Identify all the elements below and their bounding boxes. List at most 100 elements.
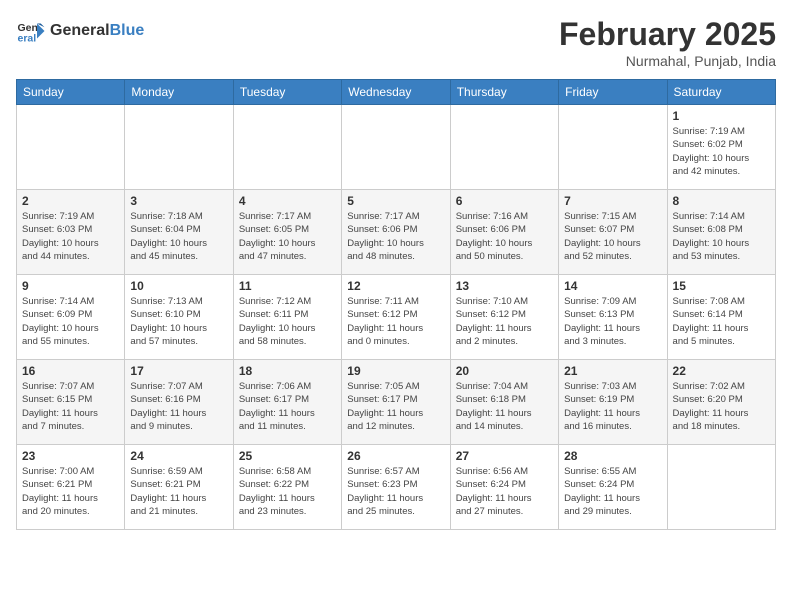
- day-number: 20: [456, 364, 553, 378]
- calendar-cell: 23Sunrise: 7:00 AMSunset: 6:21 PMDayligh…: [17, 445, 125, 530]
- day-number: 7: [564, 194, 661, 208]
- day-number: 13: [456, 279, 553, 293]
- calendar-cell: 16 Sunrise: 7:07 AMSunset: 6:15 PMDayligh…: [17, 360, 125, 445]
- day-number: 24: [130, 449, 227, 463]
- day-info: Sunrise: 6:56 AMSunset: 6:24 PMDaylight:…: [456, 465, 553, 518]
- day-info: Sunrise: 7:10 AMSunset: 6:12 PMDaylight:…: [456, 295, 553, 348]
- week-row-2: 2 Sunrise: 7:19 AMSunset: 6:03 PMDaylight…: [17, 190, 776, 275]
- logo-icon: Gen eral: [16, 16, 46, 46]
- day-info: Sunrise: 6:55 AMSunset: 6:24 PMDaylight:…: [564, 465, 661, 518]
- day-info: Sunrise: 7:08 AMSunset: 6:14 PMDaylight:…: [673, 295, 770, 348]
- day-number: 14: [564, 279, 661, 293]
- day-info: Sunrise: 7:03 AMSunset: 6:19 PMDaylight:…: [564, 380, 661, 433]
- day-info: Sunrise: 7:18 AMSunset: 6:04 PMDaylight:…: [130, 210, 227, 263]
- calendar-cell: 1 Sunrise: 7:19 AMSunset: 6:02 PMDaylight…: [667, 105, 775, 190]
- day-number: 9: [22, 279, 119, 293]
- calendar-cell: [450, 105, 558, 190]
- day-number: 6: [456, 194, 553, 208]
- calendar-cell: 3 Sunrise: 7:18 AMSunset: 6:04 PMDaylight…: [125, 190, 233, 275]
- weekday-header-row: SundayMondayTuesdayWednesdayThursdayFrid…: [17, 80, 776, 105]
- logo-general: General: [50, 22, 110, 39]
- page-header: Gen eral GeneralBlue February 2025 Nurma…: [16, 16, 776, 69]
- day-number: 21: [564, 364, 661, 378]
- calendar-cell: 6 Sunrise: 7:16 AMSunset: 6:06 PMDaylight…: [450, 190, 558, 275]
- day-number: 26: [347, 449, 444, 463]
- day-number: 12: [347, 279, 444, 293]
- calendar-cell: [125, 105, 233, 190]
- day-info: Sunrise: 7:16 AMSunset: 6:06 PMDaylight:…: [456, 210, 553, 263]
- calendar-cell: 25Sunrise: 6:58 AMSunset: 6:22 PMDayligh…: [233, 445, 341, 530]
- calendar-cell: 27 Sunrise: 6:56 AMSunset: 6:24 PMDayligh…: [450, 445, 558, 530]
- day-info: Sunrise: 7:15 AMSunset: 6:07 PMDaylight:…: [564, 210, 661, 263]
- calendar-cell: [342, 105, 450, 190]
- day-info: Sunrise: 7:07 AMSunset: 6:16 PMDaylight:…: [130, 380, 227, 433]
- day-number: 27: [456, 449, 553, 463]
- calendar-cell: 18 Sunrise: 7:06 AMSunset: 6:17 PMDayligh…: [233, 360, 341, 445]
- weekday-header-thursday: Thursday: [450, 80, 558, 105]
- day-info: Sunrise: 6:58 AMSunset: 6:22 PMDaylight:…: [239, 465, 336, 518]
- weekday-header-saturday: Saturday: [667, 80, 775, 105]
- day-info: Sunrise: 7:04 AMSunset: 6:18 PMDaylight:…: [456, 380, 553, 433]
- week-row-4: 16 Sunrise: 7:07 AMSunset: 6:15 PMDayligh…: [17, 360, 776, 445]
- day-number: 28: [564, 449, 661, 463]
- location: Nurmahal, Punjab, India: [559, 53, 776, 69]
- calendar-cell: 28 Sunrise: 6:55 AMSunset: 6:24 PMDayligh…: [559, 445, 667, 530]
- day-number: 11: [239, 279, 336, 293]
- day-info: Sunrise: 6:57 AMSunset: 6:23 PMDaylight:…: [347, 465, 444, 518]
- day-info: Sunrise: 7:12 AMSunset: 6:11 PMDaylight:…: [239, 295, 336, 348]
- svg-text:eral: eral: [18, 33, 37, 45]
- calendar-cell: [667, 445, 775, 530]
- week-row-5: 23Sunrise: 7:00 AMSunset: 6:21 PMDayligh…: [17, 445, 776, 530]
- weekday-header-wednesday: Wednesday: [342, 80, 450, 105]
- day-info: Sunrise: 7:05 AMSunset: 6:17 PMDaylight:…: [347, 380, 444, 433]
- day-info: Sunrise: 7:19 AMSunset: 6:03 PMDaylight:…: [22, 210, 119, 263]
- day-number: 19: [347, 364, 444, 378]
- weekday-header-sunday: Sunday: [17, 80, 125, 105]
- day-number: 23: [22, 449, 119, 463]
- day-info: Sunrise: 7:09 AMSunset: 6:13 PMDaylight:…: [564, 295, 661, 348]
- day-info: Sunrise: 7:11 AMSunset: 6:12 PMDaylight:…: [347, 295, 444, 348]
- calendar-cell: 2 Sunrise: 7:19 AMSunset: 6:03 PMDaylight…: [17, 190, 125, 275]
- calendar-cell: 9 Sunrise: 7:14 AMSunset: 6:09 PMDaylight…: [17, 275, 125, 360]
- day-info: Sunrise: 7:19 AMSunset: 6:02 PMDaylight:…: [673, 125, 770, 178]
- weekday-header-tuesday: Tuesday: [233, 80, 341, 105]
- logo-text: GeneralBlue: [50, 22, 144, 40]
- title-block: February 2025 Nurmahal, Punjab, India: [559, 16, 776, 69]
- day-number: 10: [130, 279, 227, 293]
- day-number: 17: [130, 364, 227, 378]
- day-info: Sunrise: 7:07 AMSunset: 6:15 PMDaylight:…: [22, 380, 119, 433]
- week-row-3: 9 Sunrise: 7:14 AMSunset: 6:09 PMDaylight…: [17, 275, 776, 360]
- weekday-header-monday: Monday: [125, 80, 233, 105]
- day-number: 4: [239, 194, 336, 208]
- day-number: 16: [22, 364, 119, 378]
- calendar-cell: [17, 105, 125, 190]
- week-row-1: 1 Sunrise: 7:19 AMSunset: 6:02 PMDaylight…: [17, 105, 776, 190]
- weekday-header-friday: Friday: [559, 80, 667, 105]
- calendar-cell: 15 Sunrise: 7:08 AMSunset: 6:14 PMDayligh…: [667, 275, 775, 360]
- day-info: Sunrise: 7:02 AMSunset: 6:20 PMDaylight:…: [673, 380, 770, 433]
- calendar-cell: 7 Sunrise: 7:15 AMSunset: 6:07 PMDaylight…: [559, 190, 667, 275]
- calendar-cell: 21 Sunrise: 7:03 AMSunset: 6:19 PMDayligh…: [559, 360, 667, 445]
- calendar-cell: 10 Sunrise: 7:13 AMSunset: 6:10 PMDayligh…: [125, 275, 233, 360]
- day-number: 1: [673, 109, 770, 123]
- calendar-cell: 19 Sunrise: 7:05 AMSunset: 6:17 PMDayligh…: [342, 360, 450, 445]
- day-number: 8: [673, 194, 770, 208]
- calendar-cell: [559, 105, 667, 190]
- day-number: 15: [673, 279, 770, 293]
- logo-blue: Blue: [110, 22, 145, 39]
- calendar-cell: 24 Sunrise: 6:59 AMSunset: 6:21 PMDayligh…: [125, 445, 233, 530]
- calendar-cell: 12 Sunrise: 7:11 AMSunset: 6:12 PMDayligh…: [342, 275, 450, 360]
- calendar-cell: 20 Sunrise: 7:04 AMSunset: 6:18 PMDayligh…: [450, 360, 558, 445]
- day-info: Sunrise: 7:13 AMSunset: 6:10 PMDaylight:…: [130, 295, 227, 348]
- month-title: February 2025: [559, 16, 776, 53]
- day-info: Sunrise: 7:06 AMSunset: 6:17 PMDaylight:…: [239, 380, 336, 433]
- day-number: 2: [22, 194, 119, 208]
- day-info: Sunrise: 7:14 AMSunset: 6:09 PMDaylight:…: [22, 295, 119, 348]
- calendar-cell: 8Sunrise: 7:14 AMSunset: 6:08 PMDaylight…: [667, 190, 775, 275]
- calendar-cell: 5Sunrise: 7:17 AMSunset: 6:06 PMDaylight…: [342, 190, 450, 275]
- calendar-cell: 11 Sunrise: 7:12 AMSunset: 6:11 PMDayligh…: [233, 275, 341, 360]
- calendar-cell: 13 Sunrise: 7:10 AMSunset: 6:12 PMDayligh…: [450, 275, 558, 360]
- day-number: 18: [239, 364, 336, 378]
- day-info: Sunrise: 6:59 AMSunset: 6:21 PMDaylight:…: [130, 465, 227, 518]
- day-number: 3: [130, 194, 227, 208]
